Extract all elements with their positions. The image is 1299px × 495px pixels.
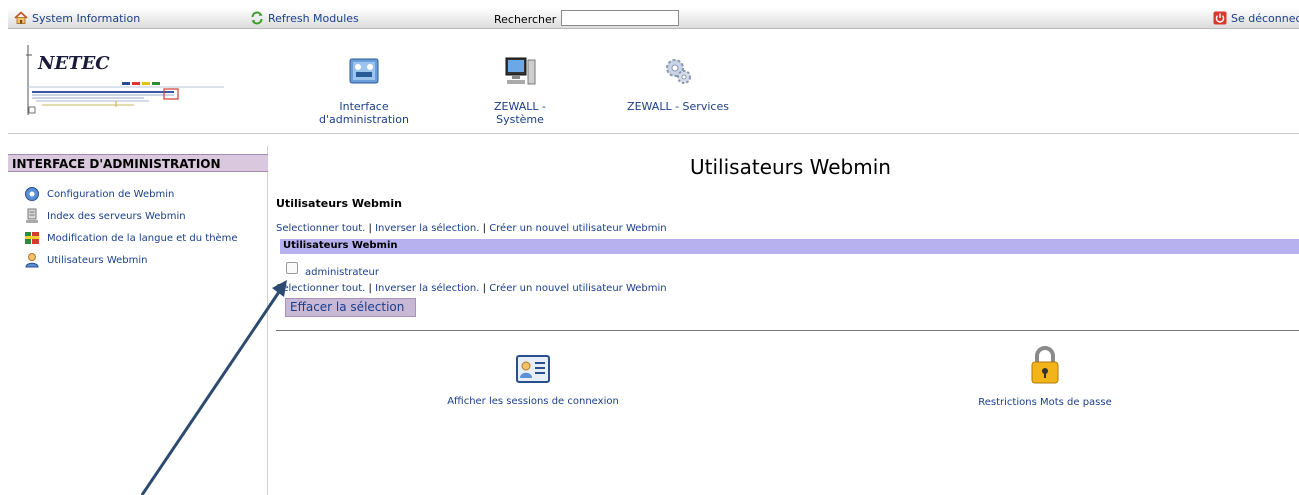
- system-information-label: System Information: [32, 11, 141, 25]
- user-checkbox[interactable]: [286, 261, 298, 274]
- webmin-config-icon: [25, 187, 39, 201]
- create-user-link[interactable]: Créer un nouvel utilisateur Webmin: [489, 283, 666, 294]
- module-zewall-systeme-label: ZEWALL - Système: [493, 100, 546, 126]
- sidebar: INTERFACE D'ADMINISTRATION Configuration…: [8, 146, 268, 495]
- sidebar-item-server-index[interactable]: Index des serveurs Webmin: [24, 208, 186, 224]
- netec-logo: NETEC: [24, 41, 229, 121]
- sidebar-item-label: Modification de la langue et du thème: [47, 232, 238, 244]
- sidebar-item-label: Configuration de Webmin: [47, 188, 175, 200]
- logout-link[interactable]: Se déconnecte: [1213, 11, 1299, 25]
- users-table-header: Utilisateurs Webmin: [280, 239, 1299, 254]
- module-zewall-systeme[interactable]: ZEWALL - Système: [470, 54, 570, 126]
- refresh-modules-link[interactable]: Refresh Modules: [250, 11, 359, 25]
- show-sessions-label: Afficher les sessions de connexion: [447, 396, 619, 407]
- server-index-icon: [26, 208, 38, 223]
- module-admin-interface[interactable]: Interface d'administration: [304, 54, 424, 126]
- selection-links-top: Selectionner tout. | Inverser la sélecti…: [276, 223, 667, 234]
- selection-links-bottom: Selectionner tout. | Inverser la sélecti…: [276, 283, 667, 294]
- table-row: administrateur: [286, 261, 379, 278]
- power-icon: [1213, 11, 1227, 25]
- page-title: Utilisateurs Webmin: [690, 155, 891, 179]
- sidebar-title: INTERFACE D'ADMINISTRATION: [8, 154, 268, 172]
- language-theme-icon: [25, 232, 39, 244]
- sidebar-item-label: Index des serveurs Webmin: [47, 210, 186, 222]
- logout-label: Se déconnecte: [1231, 11, 1299, 25]
- search-label: Rechercher :: [494, 13, 564, 26]
- show-sessions-action[interactable]: Afficher les sessions de connexion: [440, 354, 626, 407]
- users-icon: [25, 253, 39, 268]
- sidebar-item-webmin-config[interactable]: Configuration de Webmin: [24, 186, 174, 202]
- search-input[interactable]: [561, 10, 679, 26]
- module-zewall-services[interactable]: ZEWALL - Services: [623, 54, 733, 113]
- gears-icon: [666, 59, 691, 84]
- select-all-link[interactable]: Selectionner tout.: [276, 223, 365, 234]
- home-icon: [14, 11, 28, 24]
- sessions-icon: [516, 355, 550, 383]
- select-all-link[interactable]: Selectionner tout.: [276, 283, 365, 294]
- logo-text: NETEC: [38, 53, 110, 74]
- computer-icon: [505, 57, 536, 85]
- system-information-link[interactable]: System Information: [14, 11, 140, 25]
- module-zewall-services-label: ZEWALL - Services: [627, 100, 729, 113]
- invert-selection-link[interactable]: Inverser la sélection.: [375, 223, 479, 234]
- padlock-icon: [1031, 346, 1059, 384]
- sidebar-item-language-theme[interactable]: Modification de la langue et du thème: [24, 230, 238, 246]
- top-bar: System Information Refresh Modules Reche…: [8, 8, 1299, 29]
- header-divider: [8, 133, 1299, 134]
- user-link[interactable]: administrateur: [305, 267, 379, 278]
- section-divider: [276, 330, 1299, 331]
- password-restrictions-label: Restrictions Mots de passe: [978, 397, 1112, 408]
- header: NETEC Interface d'administration ZEWALL …: [8, 29, 1299, 133]
- password-restrictions-action[interactable]: Restrictions Mots de passe: [970, 345, 1120, 408]
- sidebar-item-webmin-users[interactable]: Utilisateurs Webmin: [24, 252, 147, 268]
- admin-interface-icon: [349, 58, 379, 84]
- refresh-icon: [251, 11, 263, 25]
- invert-selection-link[interactable]: Inverser la sélection.: [375, 283, 479, 294]
- clear-selection-button[interactable]: Effacer la sélection: [285, 298, 416, 317]
- create-user-link[interactable]: Créer un nouvel utilisateur Webmin: [489, 223, 666, 234]
- refresh-modules-label: Refresh Modules: [268, 11, 359, 25]
- module-admin-interface-label: Interface d'administration: [319, 100, 409, 126]
- section-subtitle: Utilisateurs Webmin: [276, 197, 402, 210]
- sidebar-item-label: Utilisateurs Webmin: [47, 254, 148, 266]
